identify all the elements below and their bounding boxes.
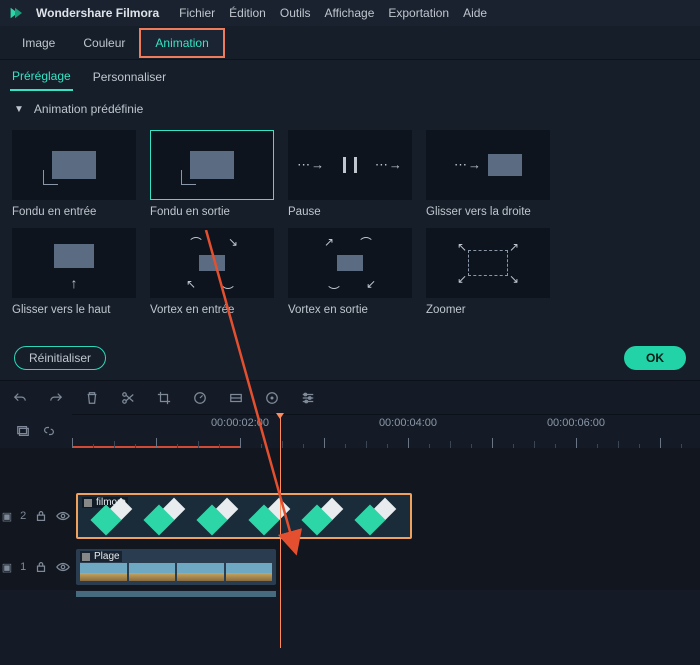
eye-icon[interactable] bbox=[56, 560, 70, 574]
preset-zoomer[interactable]: ↖ ↗ ↙ ↘ Zoomer bbox=[426, 228, 550, 316]
section-predefined-animation[interactable]: ▼ Animation prédéfinie bbox=[0, 94, 700, 124]
preset-slide-right[interactable]: ⋯→ Glisser vers la droite bbox=[426, 130, 550, 218]
track-spacer bbox=[0, 448, 700, 488]
preset-label: Fondu en entrée bbox=[12, 206, 136, 218]
menu-file[interactable]: Fichier bbox=[179, 6, 215, 20]
undo-icon[interactable] bbox=[12, 390, 28, 406]
sub-tab-preset[interactable]: Préréglage bbox=[10, 63, 73, 91]
tab-animation[interactable]: Animation bbox=[139, 28, 224, 58]
clip-label: Plage bbox=[80, 551, 122, 562]
animation-sub-tabs: Préréglage Personnaliser bbox=[0, 60, 700, 94]
track-number: 2 bbox=[20, 510, 26, 522]
property-tabs: Image Couleur Animation bbox=[0, 26, 700, 60]
track-type-icon: ▣ bbox=[2, 510, 12, 523]
menu-view[interactable]: Affichage bbox=[325, 6, 375, 20]
panel-footer: Réinitialiser OK bbox=[0, 338, 700, 380]
timeline-tracks: ▣ 2 filmora ▣ 1 bbox=[0, 448, 700, 590]
section-title: Animation prédéfinie bbox=[34, 102, 143, 116]
preset-label: Vortex en entrée bbox=[150, 304, 274, 316]
scissors-icon[interactable] bbox=[120, 390, 136, 406]
track-number: 1 bbox=[20, 561, 26, 573]
preset-thumb: ↑ bbox=[12, 228, 136, 298]
clip-audio-strip bbox=[76, 591, 276, 597]
preset-label: Zoomer bbox=[426, 304, 550, 316]
eye-icon[interactable] bbox=[56, 509, 70, 523]
ruler-timecode: 00:00:06:00 bbox=[547, 417, 605, 429]
adjust-icon[interactable] bbox=[300, 390, 316, 406]
preset-vortex-in[interactable]: ↘ ↖ Vortex en entrée bbox=[150, 228, 274, 316]
ruler-timecode: 00:00:04:00 bbox=[379, 417, 437, 429]
delete-icon[interactable] bbox=[84, 390, 100, 406]
keyframe-icon[interactable] bbox=[264, 390, 280, 406]
track-row-1: ▣ 1 Plage bbox=[0, 544, 700, 590]
preset-thumb bbox=[150, 130, 274, 200]
redo-icon[interactable] bbox=[48, 390, 64, 406]
preset-thumb: ⋯→ bbox=[426, 130, 550, 200]
clip-keyframes bbox=[78, 495, 410, 537]
preset-thumb: ↗ ↙ bbox=[288, 228, 412, 298]
menubar: Wondershare Filmora Fichier Édition Outi… bbox=[0, 0, 700, 26]
track-type-icon: ▣ bbox=[2, 561, 12, 574]
track-row-2: ▣ 2 filmora bbox=[0, 488, 700, 544]
speed-icon[interactable] bbox=[192, 390, 208, 406]
app-title: Wondershare Filmora bbox=[36, 6, 159, 20]
preset-thumb: ⋯→ ⋯→ bbox=[288, 130, 412, 200]
preset-label: Glisser vers la droite bbox=[426, 206, 550, 218]
tab-color[interactable]: Couleur bbox=[69, 30, 139, 56]
layers-icon[interactable] bbox=[15, 423, 31, 439]
chevron-down-icon: ▼ bbox=[14, 104, 24, 115]
ruler-left-controls bbox=[0, 414, 72, 448]
timeline-ruler-row: 00:00:02:00 00:00:04:00 00:00:06:00 bbox=[0, 414, 700, 448]
reset-button[interactable]: Réinitialiser bbox=[14, 346, 106, 370]
ruler-timecode: 00:00:02:00 bbox=[211, 417, 269, 429]
preset-thumb bbox=[12, 130, 136, 200]
clip-filmora[interactable]: filmora bbox=[76, 493, 412, 539]
ok-button[interactable]: OK bbox=[624, 346, 686, 370]
preset-label: Pause bbox=[288, 206, 412, 218]
sub-tab-customize[interactable]: Personnaliser bbox=[91, 64, 168, 90]
lock-icon[interactable] bbox=[34, 509, 48, 523]
preset-label: Glisser vers le haut bbox=[12, 304, 136, 316]
preset-fade-out[interactable]: Fondu en sortie bbox=[150, 130, 274, 218]
preset-thumb: ↘ ↖ bbox=[150, 228, 274, 298]
preset-label: Vortex en sortie bbox=[288, 304, 412, 316]
menu-tools[interactable]: Outils bbox=[280, 6, 311, 20]
clip-plage[interactable]: Plage bbox=[76, 549, 276, 585]
lock-icon[interactable] bbox=[34, 560, 48, 574]
color-icon[interactable] bbox=[228, 390, 244, 406]
menu-export[interactable]: Exportation bbox=[388, 6, 449, 20]
link-icon[interactable] bbox=[41, 423, 57, 439]
filmora-logo-icon bbox=[8, 6, 22, 20]
preset-vortex-out[interactable]: ↗ ↙ Vortex en sortie bbox=[288, 228, 412, 316]
preset-pause[interactable]: ⋯→ ⋯→ Pause bbox=[288, 130, 412, 218]
preset-label: Fondu en sortie bbox=[150, 206, 274, 218]
timeline-ruler[interactable]: 00:00:02:00 00:00:04:00 00:00:06:00 bbox=[72, 414, 700, 448]
preset-thumb: ↖ ↗ ↙ ↘ bbox=[426, 228, 550, 298]
menu-edit[interactable]: Édition bbox=[229, 6, 266, 20]
timeline-toolbar bbox=[0, 380, 700, 414]
menu-help[interactable]: Aide bbox=[463, 6, 487, 20]
preset-fade-in[interactable]: Fondu en entrée bbox=[12, 130, 136, 218]
preset-slide-up[interactable]: ↑ Glisser vers le haut bbox=[12, 228, 136, 316]
crop-icon[interactable] bbox=[156, 390, 172, 406]
playhead[interactable] bbox=[280, 415, 281, 648]
preset-grid: Fondu en entrée Fondu en sortie ⋯→ ⋯→ Pa… bbox=[0, 124, 700, 338]
track-head: ▣ 1 bbox=[0, 544, 72, 590]
track-head: ▣ 2 bbox=[0, 488, 72, 544]
tab-image[interactable]: Image bbox=[8, 30, 69, 56]
